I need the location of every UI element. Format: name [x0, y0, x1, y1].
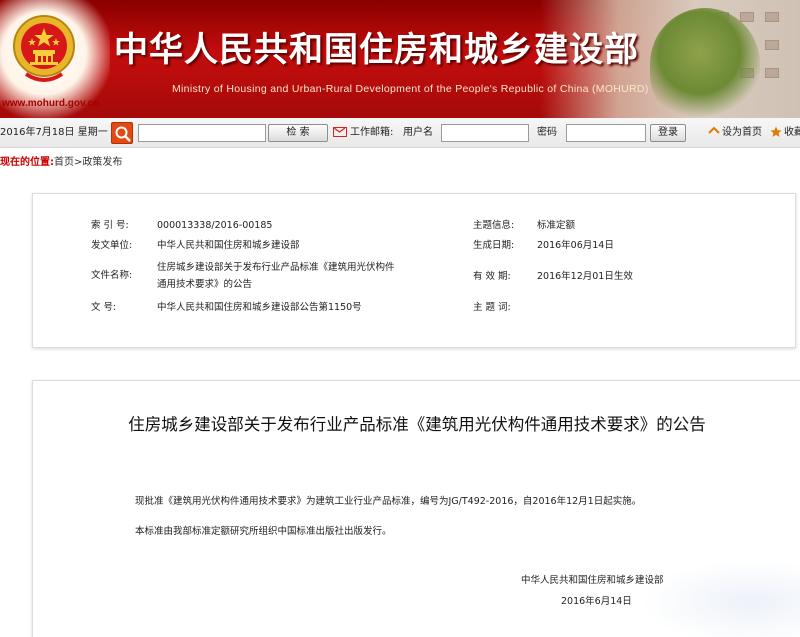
topic-label: 主题信息: [473, 220, 515, 231]
search-button[interactable]: 检 索 [268, 124, 328, 142]
current-date: 2016年7月18日 星期一 [0, 127, 108, 138]
article-paragraph-1: 现批准《建筑用光伏构件通用技术要求》为建筑工业行业产品标准，编号为JG/T492… [135, 496, 642, 507]
login-button[interactable]: 登录 [650, 124, 686, 142]
mail-icon [333, 127, 347, 137]
article-title: 住房城乡建设部关于发布行业产品标准《建筑用光伏构件通用技术要求》的公告 [128, 415, 706, 434]
breadcrumb-path[interactable]: 首页>政策发布 [54, 157, 122, 168]
filename-label: 文件名称: [91, 270, 133, 281]
password-input[interactable] [566, 124, 646, 142]
breadcrumb-label: 现在的位置: [0, 157, 54, 168]
filename-value-line1: 住房城乡建设部关于发布行业产品标准《建筑用光伏构件 [157, 262, 395, 273]
created-label: 生成日期: [473, 240, 515, 251]
article-date: 2016年6月14日 [561, 596, 632, 607]
topic-value: 标准定额 [537, 220, 576, 231]
search-input[interactable] [138, 124, 266, 142]
site-url[interactable]: www.mohurd.gov.cn [2, 98, 99, 109]
valid-value: 2016年12月01日生效 [537, 271, 633, 282]
username-label: 用户名 [403, 127, 433, 138]
top-toolbar: 2016年7月18日 星期一 检 索 工作邮箱: 用户名 密码 登录 设为首页 … [0, 118, 800, 148]
article-paragraph-2: 本标准由我部标准定额研究所组织中国标准出版社出版发行。 [135, 526, 392, 537]
document-info-card: 索 引 号: 000013338/2016-00185 发文单位: 中华人民共和… [32, 193, 796, 348]
valid-label: 有 效 期: [473, 271, 511, 282]
docno-value: 中华人民共和国住房和城乡建设部公告第1150号 [157, 302, 362, 313]
docno-label: 文 号: [91, 302, 117, 313]
index-label: 索 引 号: [91, 220, 129, 231]
search-icon[interactable] [111, 122, 133, 144]
national-emblem-icon[interactable] [12, 12, 76, 88]
site-subtitle: Ministry of Housing and Urban-Rural Deve… [172, 83, 649, 95]
banner-tree-image [650, 8, 760, 118]
username-input[interactable] [441, 124, 529, 142]
index-value: 000013338/2016-00185 [157, 220, 273, 231]
mail-label: 工作邮箱: [350, 127, 394, 138]
password-label: 密码 [537, 127, 557, 138]
issuer-label: 发文单位: [91, 240, 133, 251]
issuer-value: 中华人民共和国住房和城乡建设部 [157, 240, 300, 251]
site-title: 中华人民共和国住房和城乡建设部 [114, 30, 639, 70]
corner-glare [640, 560, 800, 637]
keywords-label: 主 题 词: [473, 302, 511, 313]
site-banner: 中华人民共和国住房和城乡建设部 Ministry of Housing and … [0, 0, 800, 118]
set-home-link[interactable]: 设为首页 [722, 125, 762, 141]
home-icon [708, 126, 720, 134]
breadcrumb: 现在的位置:首页>政策发布 [0, 155, 122, 171]
created-value: 2016年06月14日 [537, 240, 614, 251]
favorite-link[interactable]: 收藏 [784, 125, 800, 141]
filename-value-line2: 通用技术要求》的公告 [157, 279, 253, 290]
star-icon [770, 126, 782, 137]
